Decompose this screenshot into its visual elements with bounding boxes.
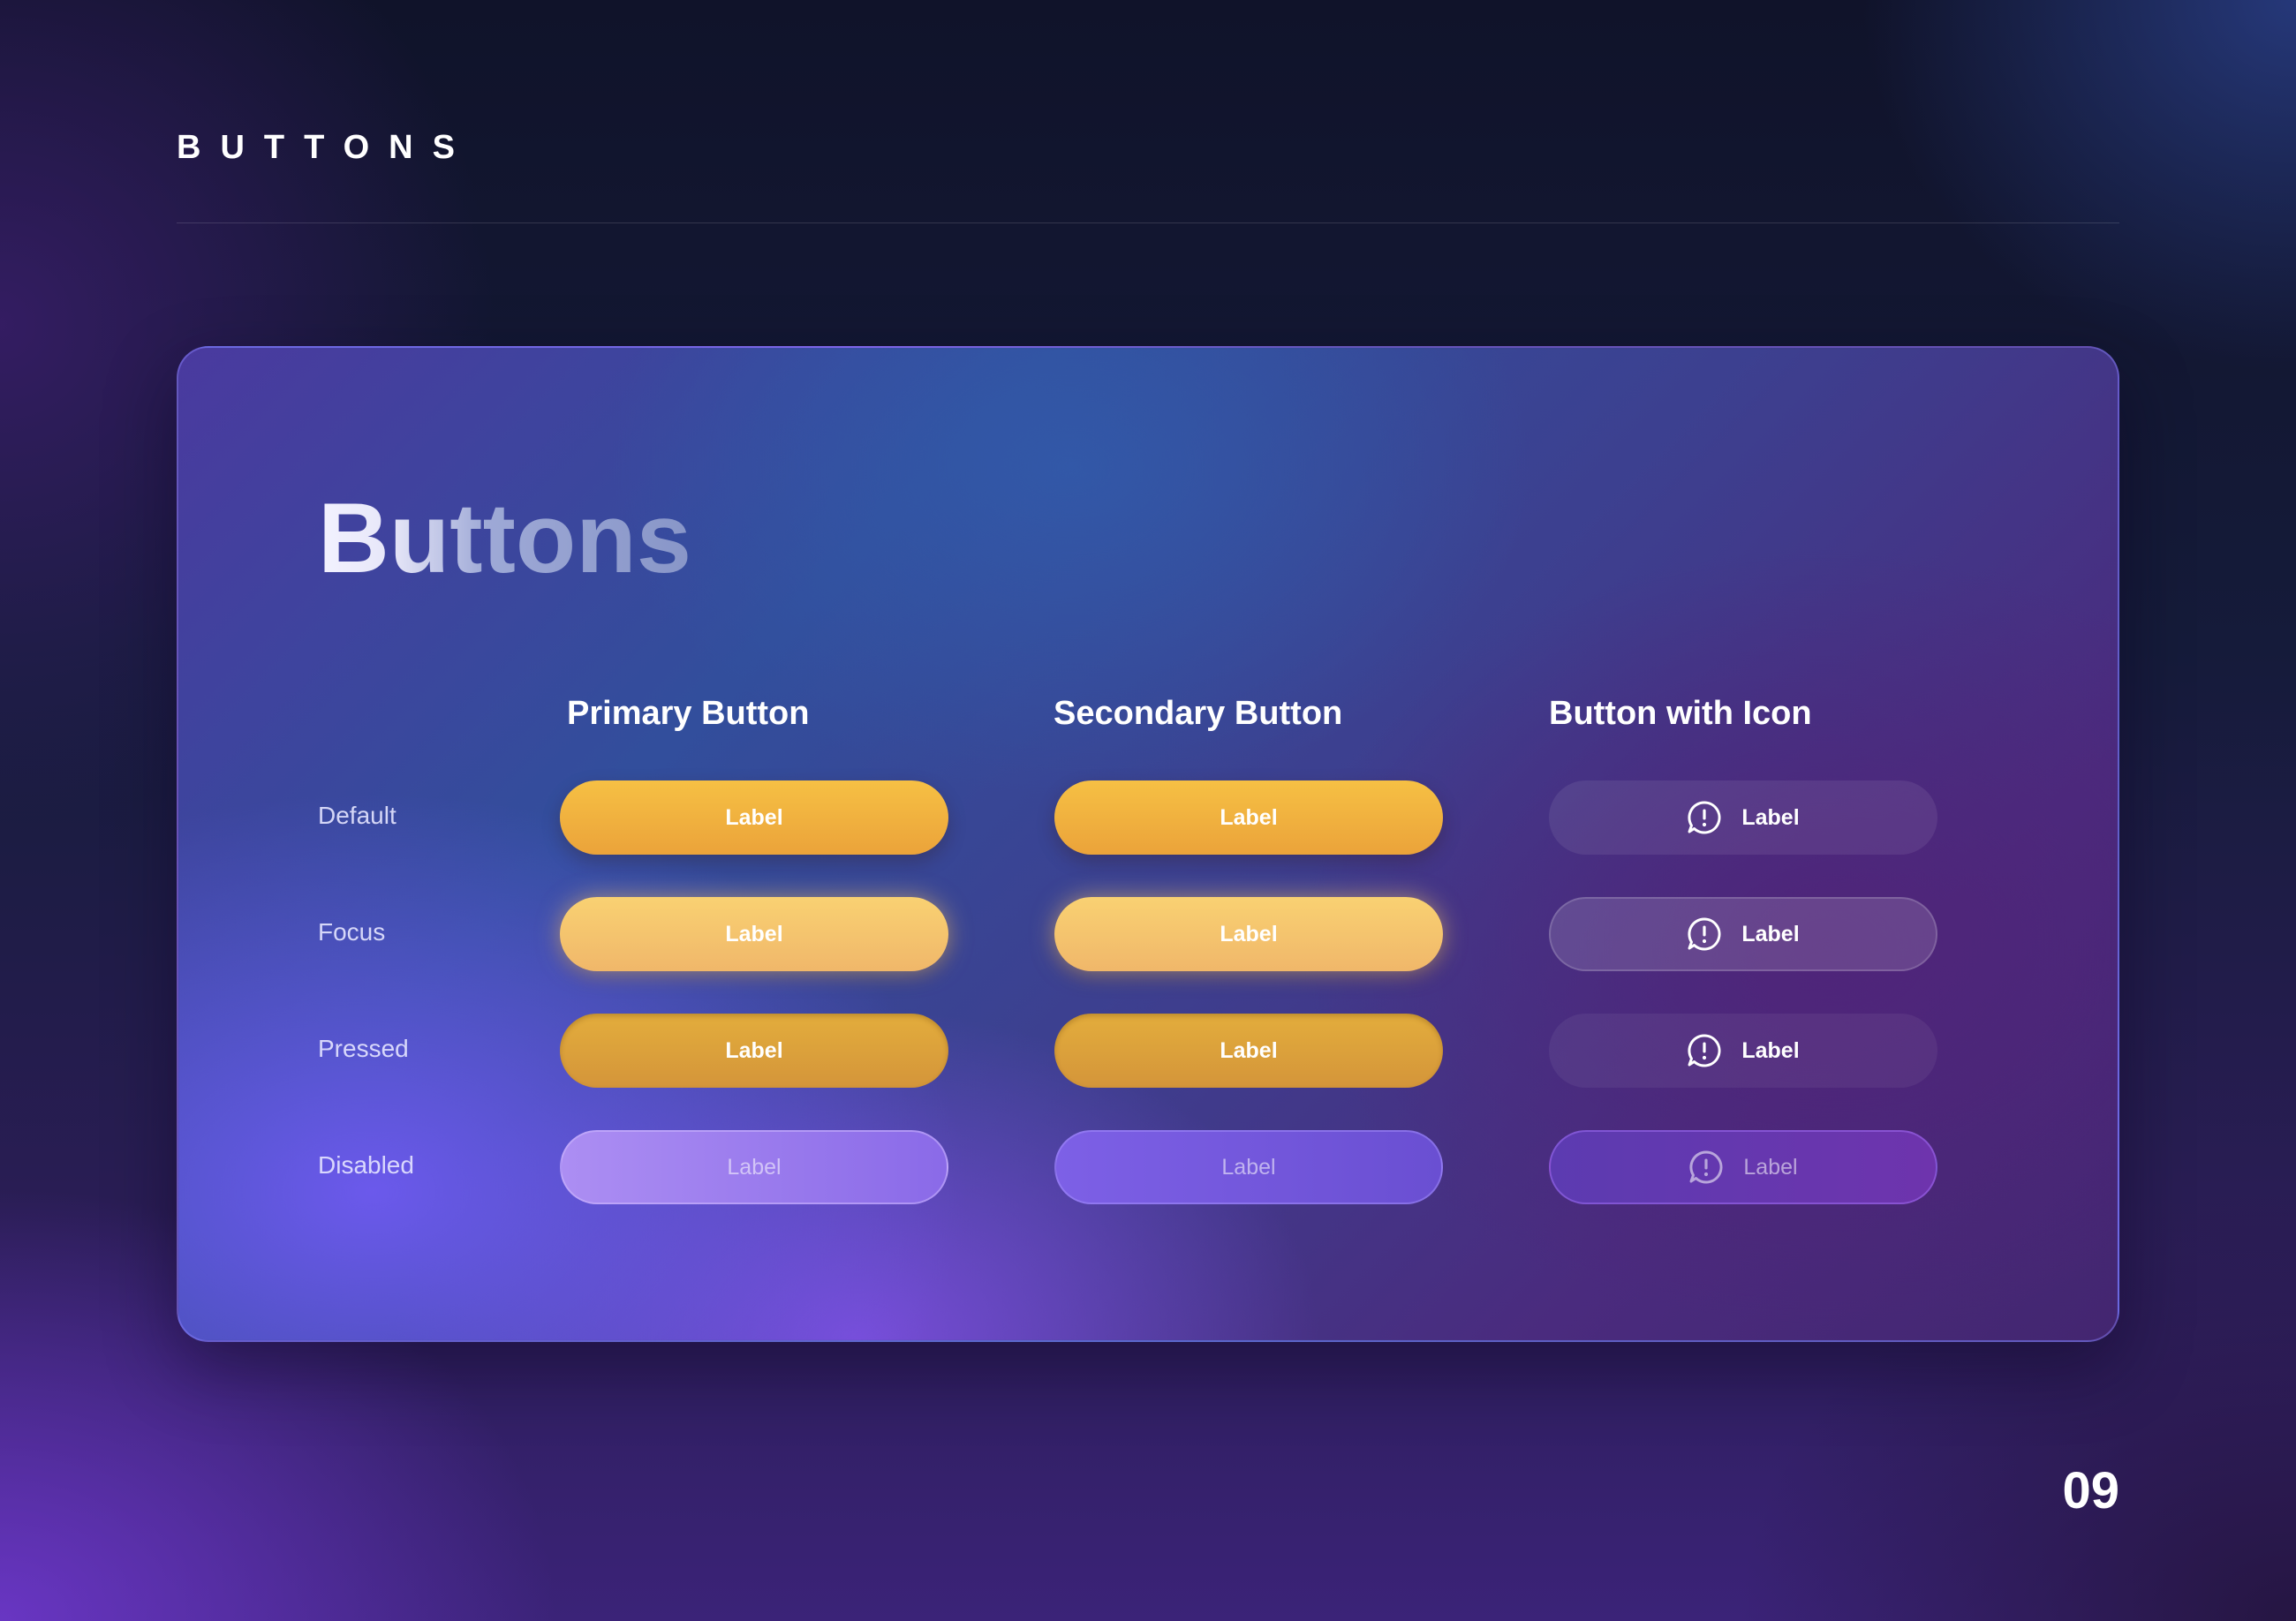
icon-button-default[interactable]: Label bbox=[1549, 780, 1937, 855]
button-label: Label bbox=[727, 1154, 782, 1180]
secondary-button-pressed[interactable]: Label bbox=[1054, 1014, 1443, 1088]
column-header-primary: Primary Button bbox=[567, 695, 810, 732]
button-label: Label bbox=[1741, 921, 1800, 946]
icon-button-pressed[interactable]: Label bbox=[1549, 1014, 1937, 1088]
alert-message-icon bbox=[1688, 1150, 1724, 1185]
row-label-pressed: Pressed bbox=[318, 1035, 409, 1062]
button-label: Label bbox=[725, 921, 783, 946]
alert-message-icon bbox=[1687, 1033, 1722, 1068]
button-label: Label bbox=[725, 804, 783, 830]
column-header-icon: Button with Icon bbox=[1549, 695, 1812, 732]
alert-message-icon bbox=[1687, 916, 1722, 952]
primary-button-focus[interactable]: Label bbox=[560, 897, 948, 971]
buttons-showcase-card: Buttons Primary Button Secondary Button … bbox=[177, 346, 2119, 1342]
button-label: Label bbox=[1743, 1154, 1798, 1180]
row-label-focus: Focus bbox=[318, 918, 386, 946]
secondary-button-disabled: Label bbox=[1054, 1130, 1443, 1204]
button-label: Label bbox=[1220, 921, 1278, 946]
icon-button-disabled: Label bbox=[1549, 1130, 1937, 1204]
alert-message-icon bbox=[1687, 800, 1722, 835]
button-label: Label bbox=[1220, 804, 1278, 830]
card-title: Buttons bbox=[318, 483, 692, 593]
button-label: Label bbox=[1741, 804, 1800, 830]
primary-button-pressed[interactable]: Label bbox=[560, 1014, 948, 1088]
icon-button-focus[interactable]: Label bbox=[1549, 897, 1937, 971]
button-label: Label bbox=[1220, 1037, 1278, 1063]
column-header-secondary: Secondary Button bbox=[1054, 695, 1343, 732]
primary-button-default[interactable]: Label bbox=[560, 780, 948, 855]
page-number: 09 bbox=[2062, 1462, 2119, 1519]
button-label: Label bbox=[1221, 1154, 1276, 1180]
row-label-default: Default bbox=[318, 802, 397, 829]
button-label: Label bbox=[725, 1037, 783, 1063]
button-label: Label bbox=[1741, 1037, 1800, 1063]
row-label-disabled: Disabled bbox=[318, 1151, 414, 1179]
primary-button-disabled: Label bbox=[560, 1130, 948, 1204]
header-divider bbox=[177, 222, 2119, 223]
section-title: BUTTONS bbox=[177, 129, 474, 166]
secondary-button-default[interactable]: Label bbox=[1054, 780, 1443, 855]
secondary-button-focus[interactable]: Label bbox=[1054, 897, 1443, 971]
